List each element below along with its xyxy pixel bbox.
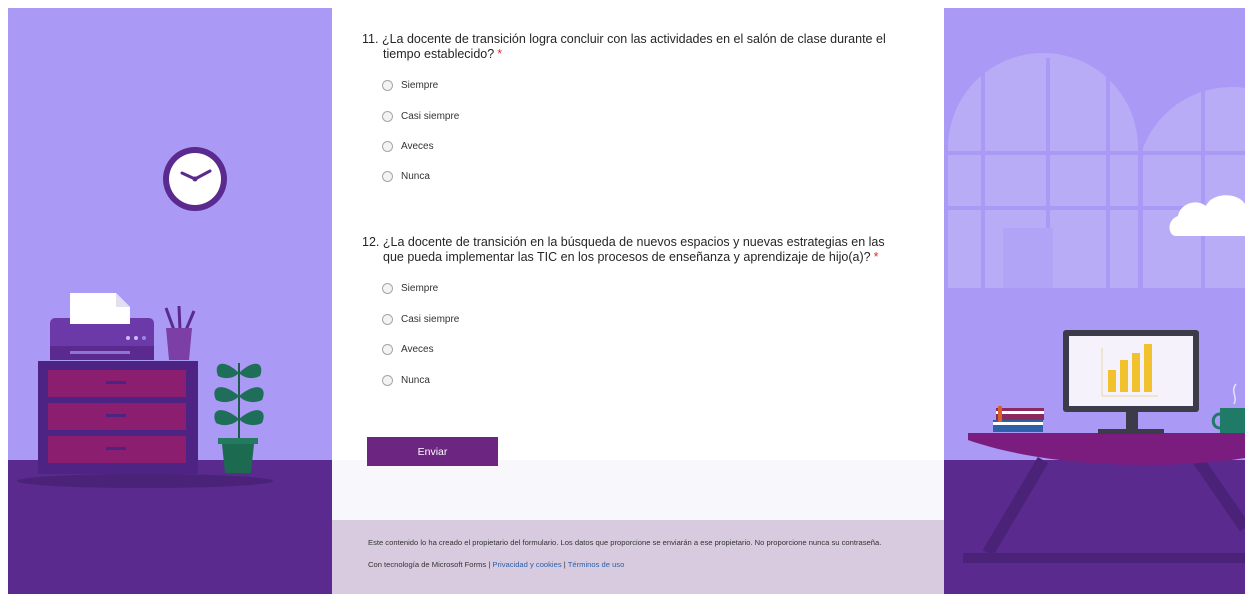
radio-button[interactable] xyxy=(382,140,393,152)
required-marker: * xyxy=(497,47,503,61)
radio-button[interactable] xyxy=(382,170,393,182)
question-11: 11. ¿La docente de transición logra conc… xyxy=(362,32,902,182)
q12-option-aveces[interactable]: Aveces xyxy=(382,341,434,357)
question-11-number: 11. xyxy=(362,32,379,46)
footer-links: Con tecnología de Microsoft Forms | Priv… xyxy=(368,560,908,570)
q11-option-siempre[interactable]: Siempre xyxy=(382,77,438,93)
question-12-number: 12. xyxy=(362,235,380,249)
q11-option-nunca[interactable]: Nunca xyxy=(382,168,430,184)
q12-option-casi-siempre[interactable]: Casi siempre xyxy=(382,311,459,327)
question-12-title: 12. ¿La docente de transición en la búsq… xyxy=(362,235,902,265)
radio-button[interactable] xyxy=(382,110,393,122)
form-panel: 11. ¿La docente de transición logra conc… xyxy=(332,8,944,594)
option-label: Aveces xyxy=(401,140,434,152)
clock-icon xyxy=(163,147,227,211)
powered-by-text: Con tecnología de Microsoft Forms xyxy=(368,560,487,569)
terms-link[interactable]: Términos de uso xyxy=(568,560,625,569)
footer-disclaimer: Este contenido lo ha creado el propietar… xyxy=(368,538,882,547)
required-marker: * xyxy=(873,250,879,264)
question-12-text: ¿La docente de transición en la búsqueda… xyxy=(382,235,885,264)
question-11-text: ¿La docente de transición logra concluir… xyxy=(381,32,886,61)
option-label: Casi siempre xyxy=(401,110,460,122)
q11-option-aveces[interactable]: Aveces xyxy=(382,138,434,154)
question-12: 12. ¿La docente de transición en la búsq… xyxy=(362,235,902,386)
form-lower-band xyxy=(332,460,944,520)
form-footer: Este contenido lo ha creado el propietar… xyxy=(332,520,944,594)
q12-option-nunca[interactable]: Nunca xyxy=(382,372,430,388)
option-label: Siempre xyxy=(401,282,439,294)
question-11-title: 11. ¿La docente de transición logra conc… xyxy=(362,32,902,62)
privacy-link[interactable]: Privacidad y cookies xyxy=(492,560,561,569)
option-label: Aveces xyxy=(401,343,434,355)
q11-option-casi-siempre[interactable]: Casi siempre xyxy=(382,108,459,124)
radio-button[interactable] xyxy=(382,374,393,386)
radio-button[interactable] xyxy=(382,343,393,355)
separator: | xyxy=(563,560,566,569)
separator: | xyxy=(488,560,491,569)
radio-button[interactable] xyxy=(382,282,393,294)
option-label: Casi siempre xyxy=(401,313,460,325)
submit-button[interactable]: Enviar xyxy=(367,437,498,466)
radio-button[interactable] xyxy=(382,79,393,91)
option-label: Nunca xyxy=(401,374,430,386)
books-icon xyxy=(993,406,1044,432)
option-label: Siempre xyxy=(401,79,439,91)
q12-option-siempre[interactable]: Siempre xyxy=(382,280,438,296)
option-label: Nunca xyxy=(401,170,430,182)
radio-button[interactable] xyxy=(382,313,393,325)
